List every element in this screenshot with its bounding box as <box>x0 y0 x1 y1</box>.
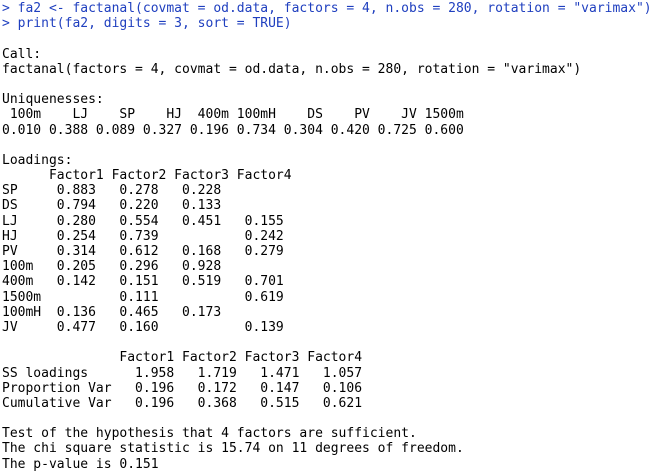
uniquenesses-header: Uniquenesses: <box>2 92 104 108</box>
call-text: factanal(factors = 4, covmat = od.data, … <box>2 61 582 77</box>
loadings-row-pv: PV 0.314 0.612 0.168 0.279 <box>2 244 284 259</box>
test-hypothesis-line: Test of the hypothesis that 4 factors ar… <box>2 426 417 442</box>
loadings-row-1500m: 1500m 0.111 0.619 <box>2 289 284 305</box>
loadings-column-headers: Factor1 Factor2 Factor3 Factor4 <box>2 168 292 184</box>
variance-row-ss-loadings: SS loadings 1.958 1.719 1.471 1.057 <box>2 365 363 381</box>
uniquenesses-values: 0.010 0.388 0.089 0.327 0.196 0.734 0.30… <box>2 122 472 138</box>
loadings-row-hj: HJ 0.254 0.739 0.242 <box>2 228 284 244</box>
r-console[interactable]: > fa2 <- factanal(covmat = od.data, fact… <box>2 1 668 472</box>
loadings-row-sp: SP 0.883 0.278 0.228 <box>2 183 284 199</box>
command-line-print: > print(fa2, digits = 3, sort = TRUE) <box>2 16 292 32</box>
loadings-row-ds: DS 0.794 0.220 0.133 <box>2 198 284 214</box>
variance-row-proportion: Proportion Var 0.196 0.172 0.147 0.106 <box>2 380 363 396</box>
call-header: Call: <box>2 46 42 62</box>
loadings-row-100mh: 100mH 0.136 0.465 0.173 <box>2 304 284 320</box>
loadings-row-400m: 400m 0.142 0.151 0.519 0.701 <box>2 274 284 290</box>
uniquenesses-names: 100m LJ SP HJ 400m 100mH DS PV JV 1500m <box>2 107 472 123</box>
loadings-row-100m: 100m 0.205 0.296 0.928 <box>2 259 284 275</box>
variance-row-cumulative: Cumulative Var 0.196 0.368 0.515 0.621 <box>2 395 363 411</box>
loadings-row-jv: JV 0.477 0.160 0.139 <box>2 319 284 335</box>
variance-column-headers: Factor1 Factor2 Factor3 Factor4 <box>2 350 363 366</box>
test-chi-square-line: The chi square statistic is 15.74 on 11 … <box>2 441 464 457</box>
command-line-factanal: > fa2 <- factanal(covmat = od.data, fact… <box>2 1 652 16</box>
loadings-row-lj: LJ 0.280 0.554 0.451 0.155 <box>2 213 284 229</box>
test-p-value-line: The p-value is 0.151 <box>2 456 159 472</box>
loadings-header: Loadings: <box>2 152 73 168</box>
